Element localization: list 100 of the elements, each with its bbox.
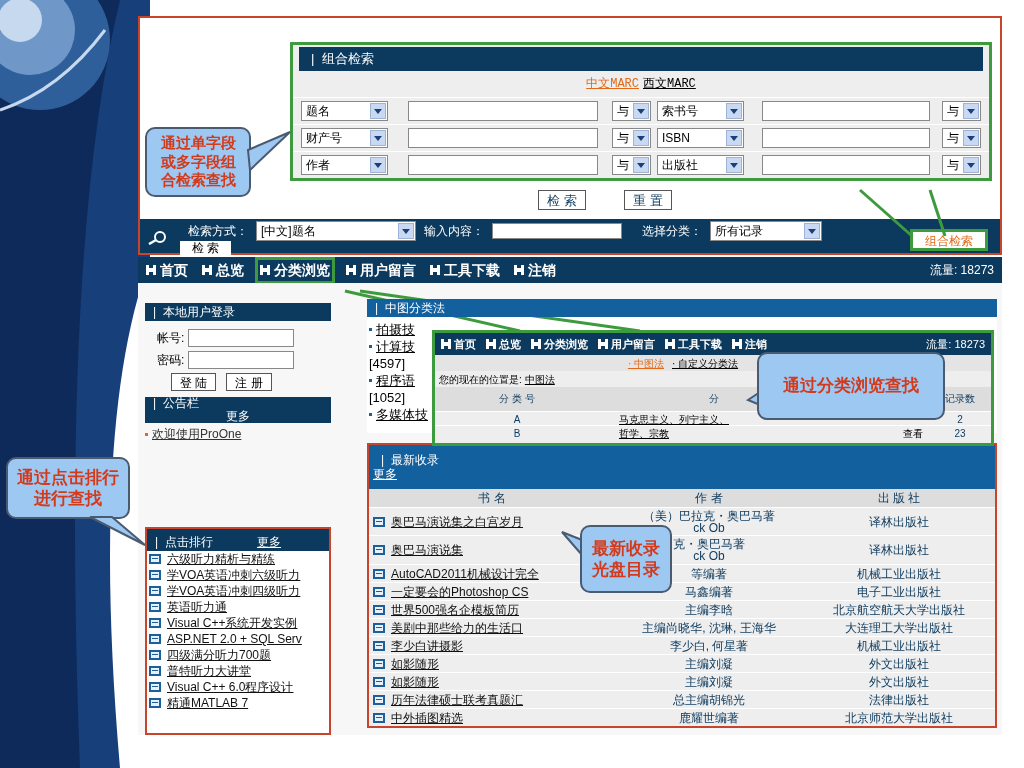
dropdown-arrow-button[interactable] (804, 223, 820, 239)
dropdown-arrow-button[interactable] (398, 223, 414, 239)
book-link[interactable]: 奥巴马演说集 (391, 541, 463, 560)
search-input[interactable] (762, 155, 931, 175)
category-link[interactable]: 程序语 (376, 372, 415, 389)
dropdown[interactable]: 出版社 (657, 155, 745, 175)
search-button[interactable]: 检 索 (180, 241, 232, 255)
dropdown-arrow-button[interactable] (370, 157, 387, 173)
category-link[interactable]: 多媒体技 (376, 406, 428, 423)
dropdown-arrow-button[interactable] (963, 130, 979, 146)
scheme-link[interactable]: · 自定义分类法 (672, 355, 739, 371)
caret-icon (730, 135, 739, 141)
search-input[interactable] (408, 128, 599, 148)
dropdown-arrow-button[interactable] (633, 157, 649, 173)
book-link[interactable]: AutoCAD2011机械设计完全 (391, 565, 539, 583)
combo-search-button[interactable]: 组合检索 (910, 229, 988, 251)
table-cell: （美）巴拉克・奥巴马著 (643, 509, 775, 522)
ranking-link[interactable]: 精通MATLAB 7 (167, 696, 249, 711)
dropdown-arrow-button[interactable] (963, 157, 979, 173)
nav-link[interactable]: 分类浏览 (258, 259, 332, 281)
notice-link[interactable]: 欢迎使用ProOne (152, 425, 242, 443)
form-button[interactable]: 重 置 (624, 190, 672, 210)
nav-link[interactable]: 注销 (732, 335, 767, 353)
search-input[interactable] (762, 101, 931, 121)
callout: 通过分类浏览查找 (757, 352, 945, 420)
book-link[interactable]: 如影随形 (391, 673, 439, 691)
book-link[interactable]: 奥巴马演说集之白宫岁月 (391, 512, 523, 531)
book-link[interactable]: 美剧中那些给力的生活口 (391, 619, 523, 637)
caret-icon (730, 108, 739, 114)
dropdown[interactable]: 与 (612, 128, 651, 148)
form-button[interactable]: 检 索 (538, 190, 586, 210)
dropdown[interactable]: 索书号 (657, 101, 745, 121)
leader-line (859, 188, 913, 238)
category-link[interactable]: 计算技 (376, 338, 415, 355)
dropdown[interactable]: 与 (942, 101, 981, 121)
ranking-link[interactable]: 学VOA英语冲刺六级听力 (167, 568, 301, 583)
ranking-link[interactable]: Visual C++系统开发实例 (167, 616, 298, 631)
ranking-link[interactable]: 学VOA英语冲刺四级听力 (167, 584, 301, 599)
nav-link[interactable]: 工具下载 (665, 335, 722, 353)
ranking-link[interactable]: 英语听力通 (167, 600, 227, 615)
traffic-counter: 流量: 18273 (926, 336, 985, 352)
dropdown-arrow-button[interactable] (370, 130, 387, 146)
nav-link[interactable]: 分类浏览 (531, 335, 588, 353)
more-link[interactable]: 更多 (373, 466, 397, 481)
password-field[interactable] (188, 351, 295, 369)
dropdown-arrow-button[interactable] (633, 103, 649, 119)
nav-link[interactable]: 首页 (441, 335, 476, 353)
ranking-link[interactable]: 六级听力精析与精练 (167, 552, 275, 567)
ranking-link[interactable]: 四级满分听力700题 (167, 648, 272, 663)
search-input[interactable] (408, 155, 599, 175)
table-cell-text: 23 (953, 427, 967, 441)
category-link[interactable]: 拍摄技 (376, 321, 415, 338)
account-field[interactable] (188, 329, 295, 347)
caret-icon (374, 162, 383, 168)
dropdown-arrow-button[interactable] (370, 103, 387, 119)
dropdown-arrow-button[interactable] (726, 103, 743, 119)
nav-link[interactable]: 总览 (486, 335, 521, 353)
book-link[interactable]: 世界500强名企模板简历 (391, 601, 520, 619)
ranking-link[interactable]: Visual C++ 6.0程序设计 (167, 680, 294, 695)
view-link[interactable]: 查看 (903, 426, 923, 441)
book-link[interactable]: 中外插图精选 (391, 709, 463, 726)
dropdown-arrow-button[interactable] (726, 130, 743, 146)
dropdown[interactable]: 所有记录 (710, 221, 822, 241)
dropdown[interactable]: 与 (612, 155, 651, 175)
dropdown[interactable]: ISBN (657, 128, 745, 148)
more-link[interactable]: 更多 (257, 533, 281, 551)
login-button[interactable]: 注 册 (226, 373, 272, 391)
book-link[interactable]: 李少白讲摄影 (391, 637, 463, 655)
dropdown-arrow-button[interactable] (633, 130, 649, 146)
book-link[interactable]: 历年法律硕士联考真题汇 (391, 691, 523, 709)
nav-link[interactable]: 首页 (146, 259, 188, 281)
dropdown[interactable]: 题名 (301, 101, 389, 121)
category-link[interactable]: 马克思主义、列宁主义、 (619, 412, 729, 427)
nav-link[interactable]: 注销 (514, 259, 556, 281)
nav-link[interactable]: 用户留言 (346, 259, 416, 281)
dropdown-arrow-button[interactable] (726, 157, 743, 173)
list-item-icon (373, 695, 385, 705)
book-link[interactable]: 一定要会的Photoshop CS (391, 583, 529, 601)
search-input[interactable] (408, 101, 599, 121)
nav-link[interactable]: 总览 (202, 259, 244, 281)
nav-link[interactable]: 工具下载 (430, 259, 500, 281)
search-input[interactable] (762, 128, 931, 148)
book-link[interactable]: 如影随形 (391, 655, 439, 673)
ranking-link[interactable]: 普特听力大讲堂 (167, 664, 251, 679)
login-button[interactable]: 登 陆 (171, 373, 217, 391)
nav-link[interactable]: 用户留言 (598, 335, 655, 353)
search-input[interactable] (492, 223, 622, 239)
dropdown-arrow-button[interactable] (963, 103, 979, 119)
dropdown[interactable]: 作者 (301, 155, 389, 175)
dropdown[interactable]: [中文]题名 (256, 221, 416, 241)
category-link[interactable]: 哲学、宗教 (619, 426, 669, 441)
dropdown[interactable]: 财产号 (301, 128, 389, 148)
more-link[interactable]: 更多 (226, 410, 250, 423)
search-icon (148, 231, 168, 245)
dropdown[interactable]: 与 (942, 155, 981, 175)
breadcrumb-link[interactable]: 中图法 (524, 371, 555, 387)
marc-tab[interactable]: 西文MARC (643, 75, 696, 93)
ranking-link[interactable]: ASP.NET 2.0 + SQL Serv (167, 632, 302, 647)
dropdown[interactable]: 与 (612, 101, 651, 121)
dropdown[interactable]: 与 (942, 128, 981, 148)
